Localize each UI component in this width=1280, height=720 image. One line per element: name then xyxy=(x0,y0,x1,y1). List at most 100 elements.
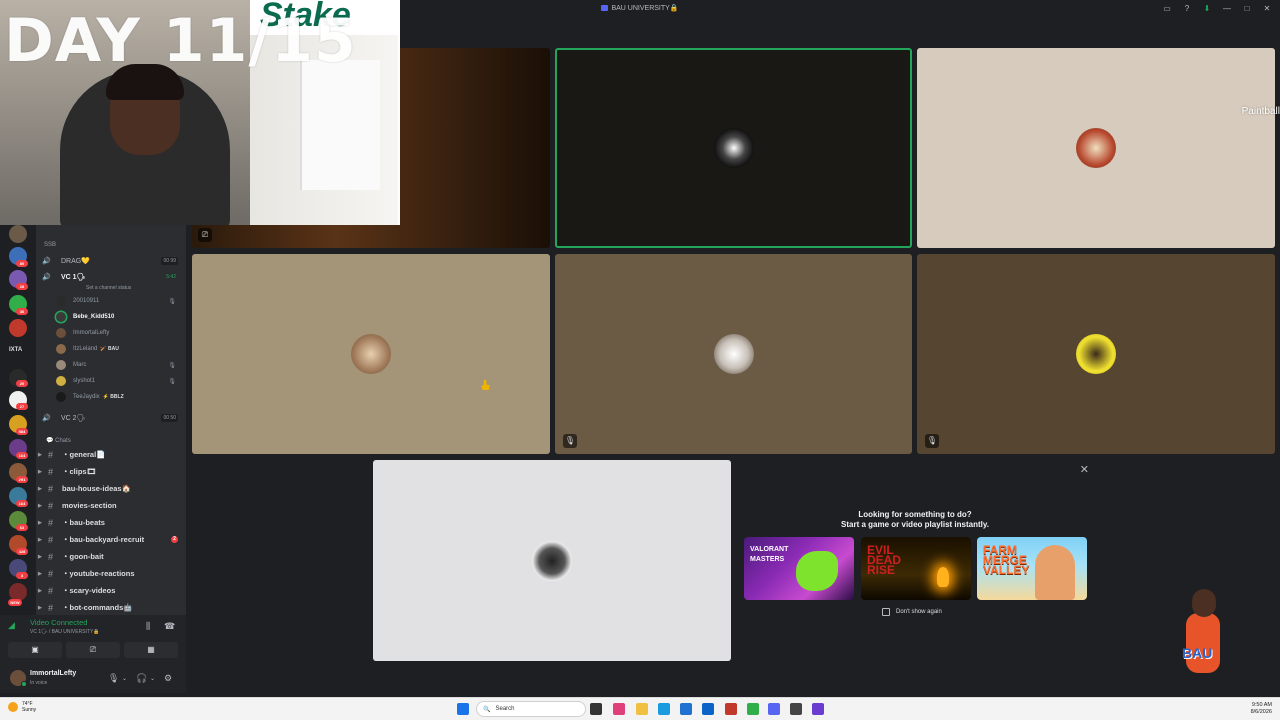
voice-status-panel: ◢ Video Connected VC 1🗣 / BAU UNIVERSITY… xyxy=(0,615,186,665)
help-icon[interactable]: ? xyxy=(1182,4,1192,13)
hash-icon: # xyxy=(48,500,54,511)
activity-card-evil-dead[interactable]: EVIL DEAD RISE xyxy=(861,537,971,600)
search-placeholder: Search xyxy=(495,706,515,712)
headphones-icon[interactable]: 🎧 xyxy=(136,673,147,684)
chrome-icon[interactable] xyxy=(747,703,759,715)
new-badge: NEW xyxy=(8,599,22,606)
signal-icon[interactable]: ◢ xyxy=(8,620,15,631)
hash-icon: # xyxy=(48,551,54,562)
video-tile[interactable] xyxy=(555,48,912,248)
noise-suppression-icon[interactable]: ⫼ xyxy=(146,621,150,632)
voice-channel-vc2[interactable]: 🔊 VC 2🗣 00 50 xyxy=(42,411,182,424)
channel-name: ・goon-bait xyxy=(62,552,104,561)
voice-member[interactable]: Marc 🎙 xyxy=(56,358,182,372)
chevron-down-icon[interactable]: ⌄ xyxy=(122,675,127,682)
mention-badge: 428 xyxy=(16,548,28,555)
checkbox[interactable] xyxy=(882,608,890,616)
camera-button[interactable]: ▣ xyxy=(8,642,62,658)
inbox-icon[interactable]: ▭ xyxy=(1162,4,1172,13)
mention-badge: 164 xyxy=(16,500,28,507)
voice-channel-vc1[interactable]: 🔊 VC 1🗣 5:42 xyxy=(42,270,182,283)
task-view-icon[interactable] xyxy=(590,703,602,715)
voice-member[interactable]: Bebe_Kidd510 xyxy=(56,310,182,324)
discord-icon[interactable] xyxy=(768,703,780,715)
voice-member[interactable]: ImmortalLefty xyxy=(56,326,182,340)
voice-member[interactable]: 20010911 🎙 xyxy=(56,294,182,308)
activity-card-valorant[interactable]: VALORANT MASTERS xyxy=(744,537,854,600)
text-channel[interactable]: ▶ # ・general📄 xyxy=(36,447,186,462)
overlay-label: Paintball xyxy=(1241,106,1280,117)
category-ssb[interactable]: SSB xyxy=(44,242,56,248)
voice-member[interactable]: slyshot1 🎙 xyxy=(56,374,182,388)
edge-icon[interactable] xyxy=(658,703,670,715)
video-tile[interactable] xyxy=(192,254,550,454)
voice-status-text[interactable]: Video Connected xyxy=(30,618,87,627)
server-label[interactable]: IXTA xyxy=(9,347,29,353)
voice-member[interactable]: TeeJaydix ⚡ BBLZ xyxy=(56,390,182,404)
text-channel[interactable]: ▶ # ・goon-bait xyxy=(36,549,186,564)
dont-show-again[interactable]: Don't show again xyxy=(882,608,942,616)
muted-icon: 🎙 xyxy=(168,298,176,305)
text-channel[interactable]: ▶ # ・bau-beats xyxy=(36,515,186,530)
channel-name: ・bot-commands🤖 xyxy=(62,603,133,612)
mention-badge: 80 xyxy=(16,260,28,267)
close-window-button[interactable]: ✕ xyxy=(1262,4,1272,13)
server-icon xyxy=(601,5,609,11)
text-channel[interactable]: ▶ # ・bot-commands🤖 xyxy=(36,600,186,615)
activity-card-farm-merge[interactable]: FARM MERGE VALLEY xyxy=(977,537,1087,600)
video-tile[interactable]: 🎙 xyxy=(917,254,1275,454)
text-channel[interactable]: ▶ # ・clips🎞 xyxy=(36,464,186,479)
channel-status[interactable]: Set a channel status xyxy=(86,285,131,291)
file-explorer-icon[interactable] xyxy=(636,703,648,715)
voice-channel-drag[interactable]: 🔊 DRAG💛 00 99 xyxy=(42,254,182,267)
voice-location[interactable]: VC 1🗣 / BAU UNIVERSITY🔒 xyxy=(30,629,100,635)
start-icon[interactable] xyxy=(457,703,469,715)
chevron-right-icon: ▶ xyxy=(38,604,42,611)
video-tile[interactable]: 🎙 xyxy=(555,254,912,454)
weather-desc: Sunny xyxy=(22,707,37,713)
voice-channel-name: VC 1🗣 xyxy=(61,273,86,281)
chevron-down-icon[interactable]: ⌄ xyxy=(150,675,155,682)
activity-headline: Looking for something to do? xyxy=(858,510,972,519)
server-icon[interactable] xyxy=(9,225,27,243)
app-icon[interactable] xyxy=(613,703,625,715)
weather-widget[interactable]: 74°F Sunny xyxy=(8,701,36,713)
video-tile[interactable] xyxy=(373,460,731,661)
voice-member[interactable]: ItzLeland 🏏 BAU xyxy=(56,342,182,356)
avatar xyxy=(713,128,754,168)
checkbox-label: Don't show again xyxy=(896,609,942,615)
activities-button[interactable]: ▦ xyxy=(124,642,178,658)
mention-badge: 27 xyxy=(16,403,28,410)
text-channel[interactable]: ▶ # ・scary-videos xyxy=(36,583,186,598)
mail-icon[interactable] xyxy=(702,703,714,715)
screen-share-button[interactable]: ⎚ xyxy=(66,642,120,658)
server-icon[interactable] xyxy=(9,319,27,337)
close-icon[interactable]: ✕ xyxy=(1080,463,1089,476)
maximize-button[interactable]: □ xyxy=(1242,4,1252,13)
username[interactable]: ImmortalLefty xyxy=(30,670,76,677)
mention-badge: 291 xyxy=(16,476,28,483)
app-icon[interactable] xyxy=(790,703,802,715)
minimize-button[interactable]: — xyxy=(1222,4,1232,13)
text-channel[interactable]: ▶ # movies-section xyxy=(36,498,186,513)
app-icon[interactable] xyxy=(812,703,824,715)
microphone-icon[interactable]: 🎙 xyxy=(108,673,119,684)
member-name: ImmortalLefty xyxy=(73,330,110,336)
category-chats[interactable]: 💬 Chats xyxy=(46,437,71,444)
system-clock[interactable]: 9:50 AM 8/6/2026 xyxy=(1251,702,1272,716)
search-box[interactable]: 🔍 Search xyxy=(476,701,586,717)
disconnect-icon[interactable]: ☎ xyxy=(164,621,175,632)
text-channel[interactable]: ▶ # ・youtube-reactions xyxy=(36,566,186,581)
video-tile[interactable] xyxy=(917,48,1275,248)
streamer-webcam: Stake DAY 11/15 xyxy=(0,0,400,225)
user-status: In voice xyxy=(30,680,48,686)
download-icon[interactable]: ⬇ xyxy=(1202,4,1212,13)
text-channel[interactable]: ▶ # bau-house-ideas🏠 xyxy=(36,481,186,496)
text-channel[interactable]: ▶ # ・bau-backyard-recruit 2 xyxy=(36,532,186,547)
channel-sidebar: SSB 🔊 DRAG💛 00 99 🔊 VC 1🗣 5:42 Set a cha… xyxy=(36,225,186,615)
store-icon[interactable] xyxy=(680,703,692,715)
app-icon[interactable] xyxy=(725,703,737,715)
gear-icon[interactable]: ⚙ xyxy=(164,673,172,684)
chevron-right-icon: ▶ xyxy=(38,468,42,475)
avatar xyxy=(56,376,66,386)
